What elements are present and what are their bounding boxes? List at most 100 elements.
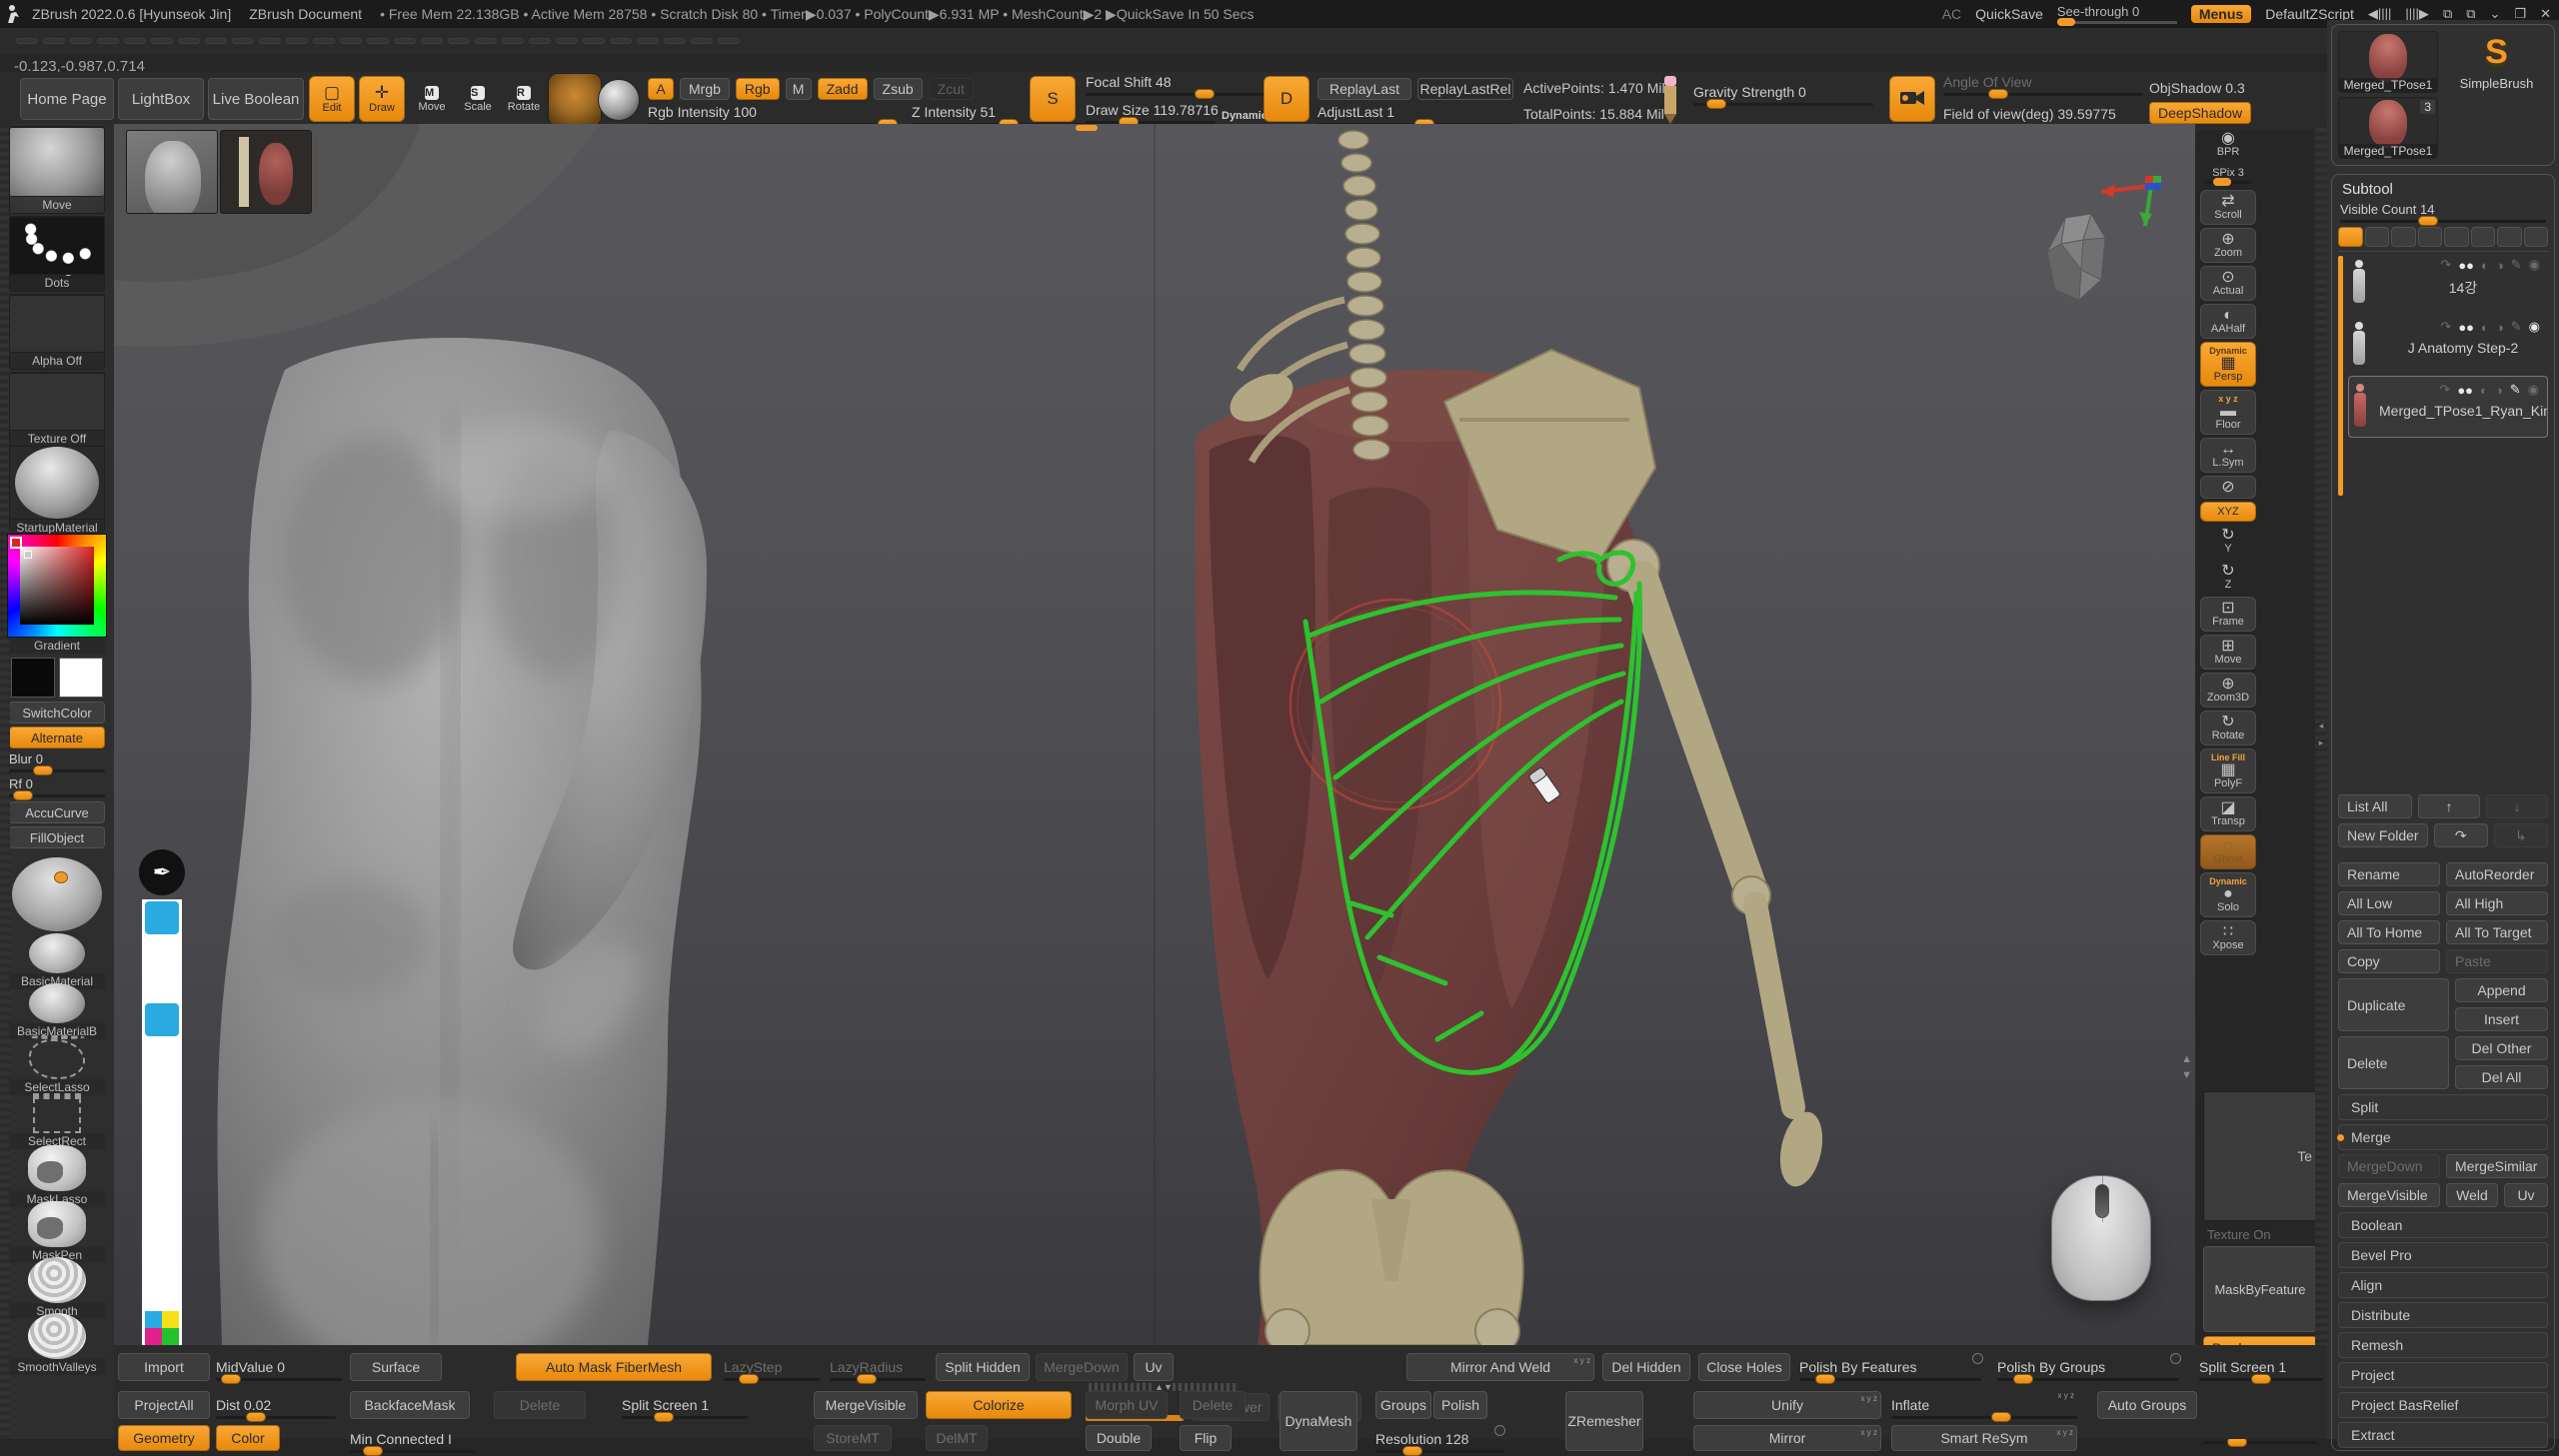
xpose-button[interactable]: ∷ Xpose: [2200, 920, 2256, 955]
menu-texture[interactable]: [583, 38, 605, 44]
min-connected-slider[interactable]: Min Connected I: [350, 1423, 476, 1453]
flip-icon[interactable]: ↷: [2440, 319, 2451, 335]
groups-button-bottom[interactable]: Groups: [1375, 1391, 1431, 1419]
move-up-button[interactable]: ↑: [2418, 794, 2480, 818]
split-section-button[interactable]: Split: [2338, 1094, 2548, 1120]
merge-similar-button[interactable]: MergeSimilar: [2446, 1154, 2548, 1178]
polypaint-icon[interactable]: ●●: [2457, 383, 2473, 398]
spix-slider[interactable]: SPix 3: [2200, 164, 2256, 187]
brush-maskpen[interactable]: MaskPen: [9, 1205, 105, 1259]
dist-slider[interactable]: Dist 0.02: [216, 1389, 336, 1419]
move-into-folder-button[interactable]: ↷: [2434, 823, 2488, 847]
highlighter-tool[interactable]: [145, 1003, 179, 1036]
canvas-scroll-arrows[interactable]: ▲▼: [2181, 1053, 2192, 1081]
bpr-button[interactable]: ◉ BPR: [2200, 128, 2256, 161]
cam-lock-icon[interactable]: ⊘: [2200, 476, 2256, 499]
cursor-tool[interactable]: [145, 935, 179, 968]
live-boolean-button[interactable]: Live Boolean: [208, 78, 304, 120]
eraser-tool[interactable]: [145, 1071, 179, 1104]
surface-button[interactable]: Surface: [350, 1353, 442, 1381]
menu-jmodeling[interactable]: [259, 38, 281, 44]
brush-masklasso[interactable]: MaskLasso: [9, 1149, 105, 1203]
adjust-last-slider[interactable]: AdjustLast 1: [1317, 104, 1513, 126]
hue-sv-picker[interactable]: [7, 534, 107, 638]
storemt-button[interactable]: StoreMT: [814, 1425, 892, 1451]
menu-material[interactable]: [394, 38, 416, 44]
stroke-thumb-dots[interactable]: Dots: [9, 216, 105, 292]
document-divider-handle[interactable]: [1076, 125, 1098, 131]
extract-button[interactable]: Extract: [2338, 1422, 2548, 1448]
polish-by-groups-slider[interactable]: Polish By Groups: [1997, 1351, 2179, 1381]
auto-groups-button[interactable]: Auto Groups: [2097, 1391, 2197, 1419]
polyf-button[interactable]: Line Fill ▦ PolyF: [2200, 748, 2256, 793]
mirror-button-bottom[interactable]: Mirrorx y z: [1693, 1425, 1881, 1451]
append-button[interactable]: Append: [2455, 978, 2548, 1002]
dot-size[interactable]: [145, 1105, 179, 1138]
merge-section-button[interactable]: Merge: [2338, 1124, 2548, 1150]
distribute-button[interactable]: Distribute: [2338, 1302, 2548, 1328]
replay-last-rel-button[interactable]: ReplayLastRel: [1417, 78, 1513, 100]
whiteboard-tool[interactable]: [145, 1207, 179, 1240]
projectall-button[interactable]: ProjectAll: [118, 1391, 210, 1419]
double-button[interactable]: Double: [1086, 1425, 1152, 1451]
visibility-eye-icon[interactable]: ◉: [2528, 382, 2539, 398]
transp-button[interactable]: ◪ Transp: [2200, 796, 2256, 831]
texture-thumb[interactable]: Texture Off: [9, 372, 105, 448]
polish-button-bottom[interactable]: Polish: [1433, 1391, 1487, 1419]
subtool-row-anatomy[interactable]: ↷ ●● ◐ ◑ ✎ ◉ J Anatomy Step-2: [2348, 314, 2548, 376]
mask-by-feature-button[interactable]: MaskByFeature: [2203, 1246, 2317, 1332]
dynamic-draw-icon[interactable]: D: [1264, 76, 1309, 122]
alpha-thumb[interactable]: Alpha Off: [9, 294, 105, 370]
menu-preferences[interactable]: [475, 38, 497, 44]
rf-slider[interactable]: Rf 0: [9, 776, 105, 797]
line-tool[interactable]: [145, 1037, 179, 1070]
quicksave-button[interactable]: QuickSave: [1975, 6, 2043, 22]
current-brush-icon[interactable]: [548, 73, 602, 127]
autoreorder-button[interactable]: AutoReorder: [2446, 862, 2548, 886]
switch-color-button[interactable]: SwitchColor: [9, 702, 105, 724]
eye-tool[interactable]: [145, 901, 179, 934]
menu-marker[interactable]: [367, 38, 389, 44]
draw-button[interactable]: ✛ Draw: [359, 76, 405, 122]
material-thumb[interactable]: StartupMaterial: [9, 450, 105, 532]
edit-subtool-icon[interactable]: ✎: [2511, 319, 2522, 335]
color-tab[interactable]: Color: [216, 1425, 280, 1451]
stroke-curve-icon[interactable]: S: [1030, 76, 1076, 122]
subtool-row-merged[interactable]: ↷ ●● ◐ ◑ ✎ ◉ Merged_TPose1_Ryan_Kingslie: [2348, 376, 2548, 438]
import-button[interactable]: Import: [118, 1353, 210, 1381]
document-canvas[interactable]: ▲▼ ✒: [114, 124, 2195, 1345]
clipboard-tool[interactable]: [145, 1275, 179, 1308]
zcut-button[interactable]: Zcut: [929, 78, 974, 100]
mergevisible-button-bottom[interactable]: MergeVisible: [814, 1391, 918, 1419]
main-color-swatch[interactable]: [11, 658, 55, 698]
undo-tool[interactable]: [145, 1139, 179, 1172]
active-tool-thumbnail[interactable]: Merged_TPose1: [2338, 31, 2438, 93]
project-basrelief-button[interactable]: Project BasRelief: [2338, 1392, 2548, 1418]
color-palette[interactable]: [145, 1311, 179, 1345]
boolean-button[interactable]: Boolean: [2338, 1212, 2548, 1238]
rotate-y-button[interactable]: ↻ Y: [2200, 525, 2256, 558]
edit-subtool-icon[interactable]: ✎: [2511, 257, 2522, 273]
midvalue-slider[interactable]: MidValue 0: [216, 1351, 342, 1381]
subtool-tab-v8[interactable]: [2524, 227, 2549, 247]
visible-count-slider[interactable]: Visible Count 14: [2340, 202, 2546, 223]
subtool-tab-v2[interactable]: [2365, 227, 2390, 247]
menu-jbrush[interactable]: [232, 38, 254, 44]
align-button[interactable]: Align: [2338, 1272, 2548, 1298]
subtool-tab-v3[interactable]: [2391, 227, 2416, 247]
menu-file[interactable]: [205, 38, 227, 44]
screenshot-tool[interactable]: [145, 1241, 179, 1274]
weld-button[interactable]: Weld: [2446, 1183, 2498, 1207]
menu-tool[interactable]: [610, 38, 632, 44]
recent-doc-thumbnail-1[interactable]: [126, 130, 218, 214]
polish-by-features-slider[interactable]: Polish By Features: [1799, 1351, 1981, 1381]
bevel-pro-button[interactable]: Bevel Pro: [2338, 1242, 2548, 1268]
geometry-tab[interactable]: Geometry: [118, 1425, 210, 1451]
texture-on-label[interactable]: Texture On: [2207, 1227, 2325, 1242]
trash-tool[interactable]: [145, 1173, 179, 1206]
flip-icon[interactable]: ↷: [2439, 382, 2450, 398]
del-other-button[interactable]: Del Other: [2455, 1036, 2548, 1060]
material-basicb[interactable]: BasicMaterialB: [9, 987, 105, 1035]
angle-of-view-slider[interactable]: Angle Of View: [1943, 74, 2143, 96]
accucurve-button[interactable]: AccuCurve: [9, 801, 105, 823]
